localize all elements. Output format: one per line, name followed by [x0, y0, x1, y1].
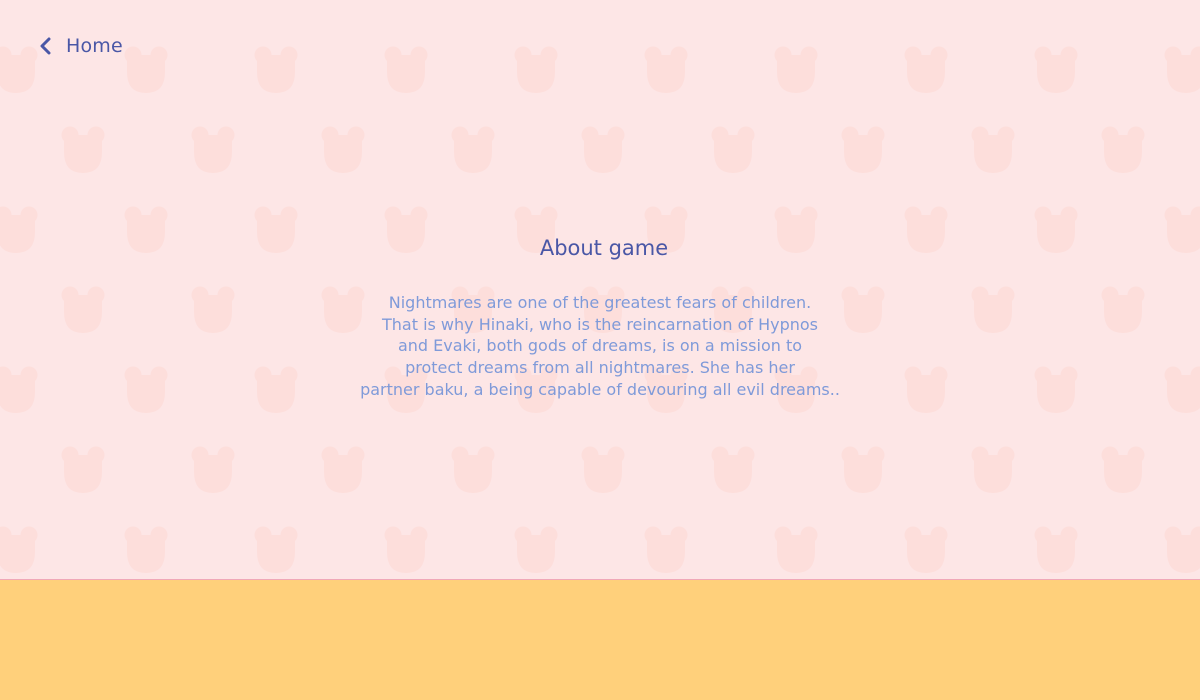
bear-head-icon	[0, 46, 38, 93]
bear-head-icon	[254, 206, 298, 253]
bear-head-icon	[514, 526, 558, 573]
bear-head-icon	[1034, 526, 1078, 573]
bear-head-icon	[971, 286, 1015, 333]
bear-head-icon	[1164, 206, 1200, 253]
description-line: partner baku, a being capable of devouri…	[360, 379, 840, 399]
bear-head-icon	[581, 126, 625, 173]
bear-head-icon	[774, 46, 818, 93]
bear-pattern	[0, 46, 1200, 573]
description-line: protect dreams from all nightmares. She …	[405, 358, 795, 378]
bear-head-icon	[514, 46, 558, 93]
bear-head-icon	[191, 286, 235, 333]
bear-head-icon	[1164, 526, 1200, 573]
bear-head-icon	[191, 126, 235, 173]
bear-head-icon	[841, 126, 885, 173]
bear-head-icon	[0, 526, 38, 573]
bear-head-icon	[644, 526, 688, 573]
bear-head-icon	[1101, 286, 1145, 333]
chevron-left-icon	[40, 37, 51, 55]
page-background	[0, 0, 1200, 579]
bear-head-icon	[904, 526, 948, 573]
bear-head-icon	[841, 446, 885, 493]
bear-head-icon	[124, 526, 168, 573]
bear-head-icon	[191, 446, 235, 493]
bear-head-icon	[1101, 126, 1145, 173]
description-line: That is why Hinaki, who is the reincarna…	[381, 314, 818, 334]
about-game-heading: About game	[539, 236, 669, 260]
bear-head-icon	[971, 126, 1015, 173]
bear-head-icon	[384, 526, 428, 573]
bear-head-icon	[1034, 206, 1078, 253]
bear-head-icon	[321, 446, 365, 493]
bear-head-icon	[124, 366, 168, 413]
bear-head-icon	[451, 126, 495, 173]
bear-head-icon	[61, 126, 105, 173]
bear-head-icon	[124, 206, 168, 253]
bear-head-icon	[1164, 46, 1200, 93]
bear-head-icon	[254, 526, 298, 573]
description-line: Nightmares are one of the greatest fears…	[388, 293, 812, 312]
bear-head-icon	[124, 46, 168, 93]
home-link-label: Home	[66, 35, 123, 57]
bear-head-icon	[1034, 366, 1078, 413]
bear-head-icon	[711, 126, 755, 173]
bear-head-icon	[321, 126, 365, 173]
bear-head-icon	[904, 206, 948, 253]
bear-head-icon	[0, 206, 38, 253]
home-back-link[interactable]: Home	[38, 32, 123, 60]
bear-head-icon	[1101, 446, 1145, 493]
bear-head-icon	[61, 286, 105, 333]
bear-head-icon	[711, 446, 755, 493]
bear-head-icon	[1034, 46, 1078, 93]
about-game-description: Nightmares are one of the greatest fears…	[300, 292, 900, 401]
bear-head-icon	[254, 46, 298, 93]
description-line: and Evaki, both gods of dreams, is on a …	[397, 336, 803, 356]
bear-head-icon	[581, 446, 625, 493]
bear-head-icon	[904, 46, 948, 93]
bear-head-icon	[904, 366, 948, 413]
footer-band	[0, 580, 1200, 700]
bear-head-icon	[1164, 366, 1200, 413]
bear-head-icon	[61, 446, 105, 493]
bear-head-icon	[0, 366, 38, 413]
bear-head-icon	[644, 46, 688, 93]
bear-head-icon	[254, 366, 298, 413]
bear-head-icon	[451, 446, 495, 493]
bear-head-icon	[774, 526, 818, 573]
bear-head-icon	[384, 46, 428, 93]
bear-head-icon	[971, 446, 1015, 493]
